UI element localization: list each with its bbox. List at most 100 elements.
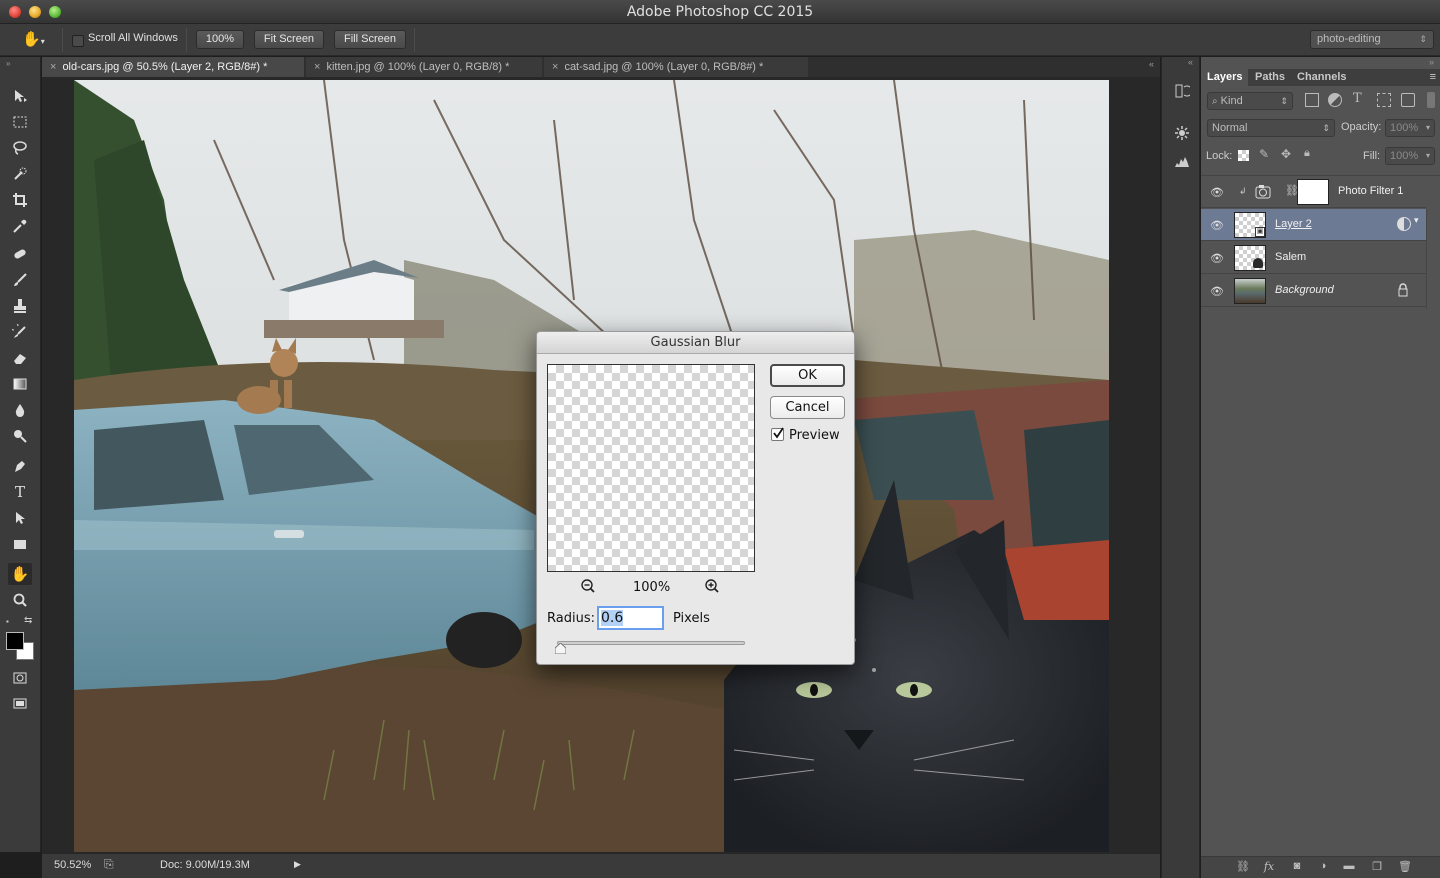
smart-filter-icon[interactable] [1397, 217, 1411, 231]
blur-preview[interactable] [547, 364, 755, 572]
lasso-tool-icon[interactable] [8, 137, 32, 159]
tab-layers[interactable]: Layers [1201, 69, 1249, 86]
workspace-select[interactable]: photo-editing ⇕ [1310, 30, 1434, 49]
fit-screen-button[interactable]: Fit Screen [254, 30, 324, 49]
panel-collapse-icon[interactable]: » [6, 59, 10, 68]
brush-tool-icon[interactable] [8, 269, 32, 291]
visibility-eye-icon[interactable]: 👁︎ [1210, 219, 1224, 232]
layer-filter-select[interactable]: ⌕ Kind ⇕ [1207, 92, 1293, 110]
chevron-down-icon[interactable]: ▾ [1414, 215, 1419, 226]
type-tool-icon[interactable]: T [8, 481, 32, 503]
quick-selection-tool-icon[interactable] [8, 163, 32, 185]
pen-tool-icon[interactable] [8, 455, 32, 477]
layer-thumbnail[interactable] [1234, 245, 1266, 271]
eraser-tool-icon[interactable] [8, 347, 32, 369]
zoom-100-button[interactable]: 100% [196, 30, 244, 49]
rectangle-tool-icon[interactable] [8, 533, 32, 555]
filter-toggle-icon[interactable] [1427, 92, 1435, 108]
visibility-eye-icon[interactable]: 👁︎ [1210, 285, 1224, 298]
zoom-in-icon[interactable] [703, 578, 721, 596]
document-tab[interactable]: × old-cars.jpg @ 50.5% (Layer 2, RGB/8#) … [42, 57, 304, 77]
radius-slider-thumb[interactable] [554, 642, 567, 655]
status-bar: 50.52% ⎘ Doc: 9.00M/19.3M ▶ [42, 853, 1160, 878]
filter-shape-icon[interactable] [1377, 93, 1391, 107]
layer-row-photo-filter[interactable]: 👁︎ ↲ ⛓︎ Photo Filter 1 [1201, 176, 1426, 208]
new-adjustment-layer-icon[interactable]: ◑ [1315, 860, 1331, 876]
panel-collapse-icon[interactable]: « [1149, 59, 1154, 69]
quick-mask-icon[interactable] [8, 667, 32, 689]
opacity-field[interactable]: 100% ▾ [1385, 119, 1435, 137]
screen-mode-icon[interactable] [8, 693, 32, 715]
lock-transparency-icon[interactable] [1238, 150, 1249, 161]
history-brush-tool-icon[interactable] [8, 321, 32, 343]
ok-button[interactable]: OK [770, 364, 845, 387]
tab-channels[interactable]: Channels [1291, 69, 1353, 86]
scroll-all-windows-checkbox[interactable] [72, 35, 84, 47]
close-tab-icon[interactable]: × [552, 61, 558, 73]
layer-row-layer-2[interactable]: 👁︎ ▣ Layer 2 ▾ [1201, 209, 1426, 241]
filter-adjustment-icon[interactable] [1328, 93, 1342, 107]
history-panel-icon[interactable] [1171, 81, 1193, 101]
gradient-tool-icon[interactable] [8, 373, 32, 395]
link-layers-icon[interactable]: ⛓︎ [1235, 860, 1251, 876]
radius-input[interactable]: 0.6 [597, 606, 664, 630]
add-mask-icon[interactable]: ◙ [1289, 860, 1305, 876]
foreground-color-swatch[interactable] [6, 632, 24, 650]
marquee-tool-icon[interactable] [8, 111, 32, 133]
layer-thumbnail[interactable]: ▣ [1234, 212, 1266, 238]
fill-screen-button[interactable]: Fill Screen [334, 30, 406, 49]
blur-tool-icon[interactable] [8, 399, 32, 421]
preview-checkbox[interactable] [771, 427, 784, 441]
lock-all-icon[interactable]: 🔒︎ [1304, 147, 1310, 160]
hand-tool-preset-icon[interactable]: ✋▾ [22, 30, 52, 50]
document-tab[interactable]: × cat-sad.jpg @ 100% (Layer 0, RGB/8#) * [544, 57, 808, 77]
panel-menu-icon[interactable]: ≡ [1430, 71, 1436, 83]
status-menu-arrow-icon[interactable]: ▶ [294, 859, 301, 870]
crop-tool-icon[interactable] [8, 189, 32, 211]
spot-healing-tool-icon[interactable] [8, 243, 32, 265]
move-tool-icon[interactable] [8, 85, 32, 107]
cancel-button[interactable]: Cancel [770, 396, 845, 419]
zoom-out-icon[interactable] [579, 578, 597, 596]
filter-type-icon[interactable]: T [1353, 91, 1362, 106]
new-group-folder-icon[interactable]: ▬ [1341, 860, 1357, 876]
filter-smart-object-icon[interactable] [1401, 93, 1415, 107]
lock-position-icon[interactable]: ✥ [1281, 147, 1291, 161]
layer-row-background[interactable]: 👁︎ Background [1201, 275, 1426, 307]
radius-slider-track[interactable] [557, 641, 745, 645]
panel-collapse-icon[interactable]: » [1429, 57, 1434, 67]
dodge-tool-icon[interactable] [8, 425, 32, 447]
visibility-eye-icon[interactable]: 👁︎ [1210, 252, 1224, 265]
zoom-tool-icon[interactable] [8, 589, 32, 611]
path-selection-tool-icon[interactable] [8, 507, 32, 529]
clone-stamp-tool-icon[interactable] [8, 295, 32, 317]
panel-collapse-icon[interactable]: « [1188, 57, 1193, 67]
layer-row-salem[interactable]: 👁︎ Salem [1201, 242, 1426, 274]
eyedropper-tool-icon[interactable] [8, 215, 32, 237]
default-colors-icon[interactable]: ▪ [6, 617, 9, 626]
filter-pixel-icon[interactable] [1305, 93, 1319, 107]
layer-thumbnail[interactable] [1234, 278, 1266, 304]
close-tab-icon[interactable]: × [314, 61, 320, 73]
histogram-panel-icon[interactable] [1171, 151, 1193, 171]
layer-style-fx-icon[interactable]: fx [1261, 860, 1277, 876]
zoom-level[interactable]: 50.52% [54, 859, 91, 871]
tab-paths[interactable]: Paths [1249, 69, 1291, 86]
layers-scrollbar[interactable] [1426, 209, 1440, 309]
hand-tool-icon[interactable]: ✋ [8, 563, 32, 585]
adjustments-panel-icon[interactable] [1171, 123, 1193, 143]
dialog-title: Gaussian Blur [537, 332, 854, 354]
swap-colors-icon[interactable]: ⇆ [24, 615, 32, 626]
close-tab-icon[interactable]: × [50, 61, 56, 73]
share-icon[interactable]: ⎘ [104, 857, 114, 872]
layer-mask-thumbnail[interactable] [1297, 179, 1329, 205]
trash-icon[interactable]: 🗑︎ [1397, 860, 1413, 876]
document-tab[interactable]: × kitten.jpg @ 100% (Layer 0, RGB/8) * [306, 57, 542, 77]
visibility-eye-icon[interactable]: 👁︎ [1210, 186, 1224, 199]
fill-field[interactable]: 100% ▾ [1385, 147, 1435, 165]
new-layer-icon[interactable]: ❐ [1369, 860, 1385, 876]
fill-label: Fill: [1363, 150, 1381, 162]
search-icon: ⌕ [1212, 96, 1218, 107]
lock-pixels-icon[interactable]: ✎ [1259, 147, 1269, 161]
blend-mode-select[interactable]: Normal ⇕ [1207, 119, 1335, 137]
